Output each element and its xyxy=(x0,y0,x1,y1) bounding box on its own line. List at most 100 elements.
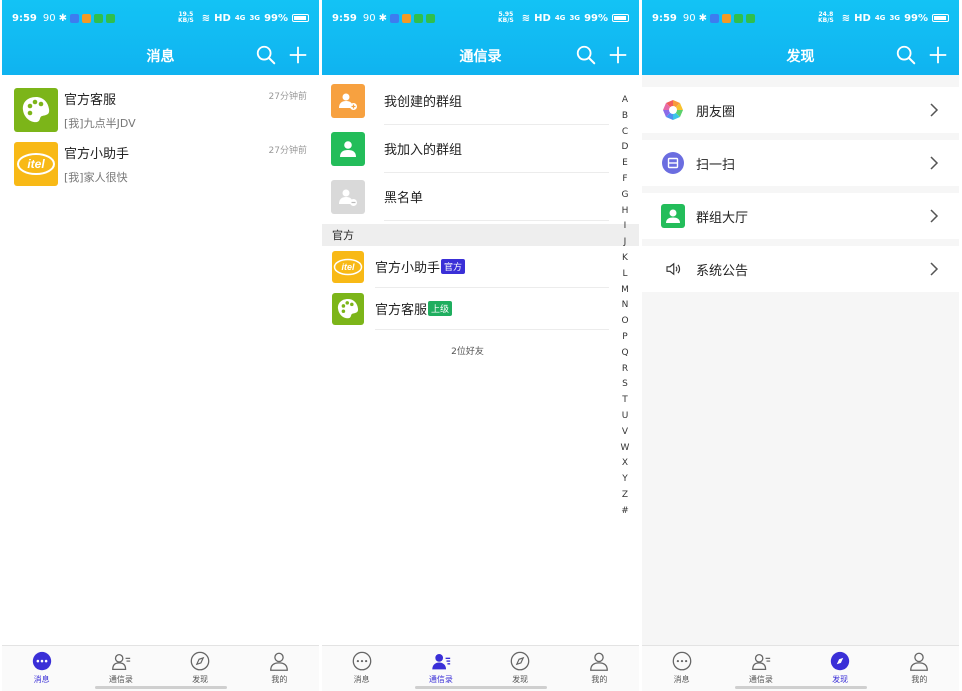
alphabet-letter[interactable]: M xyxy=(621,283,629,299)
alphabet-letter[interactable]: J xyxy=(624,235,627,251)
alphabet-letter[interactable]: T xyxy=(622,393,628,409)
tab-bar: 消息 通信录 发现 我的 xyxy=(2,645,319,691)
net-speed: 24.8 KB/S xyxy=(818,11,834,24)
tab-messages[interactable]: 消息 xyxy=(2,646,81,691)
alphabet-letter[interactable]: N xyxy=(622,298,629,314)
tab-mine[interactable]: 我的 xyxy=(240,646,319,691)
alphabet-letter[interactable]: U xyxy=(622,409,629,425)
alphabet-letter[interactable]: D xyxy=(622,140,629,156)
alphabet-letter[interactable]: W xyxy=(621,441,630,457)
home-indicator[interactable] xyxy=(414,686,547,689)
tab-label: 消息 xyxy=(353,675,370,684)
alphabet-letter[interactable]: B xyxy=(622,109,628,125)
hd-indicator: HD xyxy=(854,12,871,24)
alphabet-index[interactable]: A B C D E F G H I J K L M N O P Q R S T U V W X Y Z # xyxy=(619,93,631,520)
tab-messages[interactable]: 消息 xyxy=(642,646,721,691)
tab-mine[interactable]: 我的 xyxy=(560,646,639,691)
page-title: 发现 xyxy=(786,48,815,65)
divider xyxy=(642,239,959,246)
alphabet-letter[interactable]: Q xyxy=(621,346,628,362)
alphabet-letter[interactable]: I xyxy=(624,219,627,235)
svg-text:itel: itel xyxy=(341,262,355,272)
tab-label: 通信录 xyxy=(108,675,133,684)
alphabet-letter[interactable]: H xyxy=(622,204,629,220)
group-hall-icon xyxy=(661,204,685,228)
tab-discover[interactable]: 发现 xyxy=(481,646,560,691)
group-row-created[interactable]: 我创建的群组 xyxy=(322,77,609,125)
status-bar: 9:59 90 ✱ 5.95 KB/S ≋ HD 4G 3G 99% xyxy=(322,0,639,36)
group-row-joined[interactable]: 我加入的群组 xyxy=(322,125,609,173)
home-indicator[interactable] xyxy=(94,686,227,689)
signal-4g: 4G xyxy=(234,14,246,22)
signal-4g: 4G xyxy=(554,14,566,22)
status-icons: 90 ✱ xyxy=(43,13,115,24)
alphabet-letter[interactable]: Y xyxy=(622,472,628,488)
discover-label: 扫一扫 xyxy=(696,157,736,173)
alphabet-letter[interactable]: O xyxy=(621,314,628,330)
discover-screen: 9:59 90 ✱ 24.8 KB/S ≋ HD 4G 3G 99% 发现 朋友… xyxy=(642,0,959,691)
alphabet-letter[interactable]: F xyxy=(622,172,627,188)
contacts-screen: 9:59 90 ✱ 5.95 KB/S ≋ HD 4G 3G 99% 通信录 我… xyxy=(322,0,639,691)
alphabet-letter[interactable]: # xyxy=(621,504,629,520)
alphabet-letter[interactable]: C xyxy=(622,125,628,141)
friend-row[interactable]: itel 官方小助手 官方 xyxy=(322,246,609,288)
header-actions xyxy=(255,44,309,66)
blacklist-icon xyxy=(331,180,365,214)
add-icon[interactable] xyxy=(927,44,949,66)
conversation-preview: [我]家人很快 xyxy=(64,171,128,184)
battery-icon xyxy=(292,14,309,22)
discover-item-group-hall[interactable]: 群组大厅 xyxy=(642,193,959,239)
alphabet-letter[interactable]: X xyxy=(622,456,628,472)
friend-name-cell: 官方小助手 官方 xyxy=(375,246,609,288)
tab-mine[interactable]: 我的 xyxy=(880,646,959,691)
nfc-icon: 90 xyxy=(362,12,376,24)
title-bar: 发现 xyxy=(642,36,959,75)
status-time: 9:59 xyxy=(12,12,37,24)
add-icon[interactable] xyxy=(287,44,309,66)
discover-item-moments[interactable]: 朋友圈 xyxy=(642,87,959,133)
alphabet-letter[interactable]: G xyxy=(622,188,629,204)
search-icon[interactable] xyxy=(575,44,597,66)
chevron-right-icon xyxy=(930,262,939,276)
discover-item-scan[interactable]: 扫一扫 xyxy=(642,140,959,186)
tab-contacts[interactable]: 通信录 xyxy=(401,646,480,691)
discover-label: 群组大厅 xyxy=(696,210,749,226)
alphabet-letter[interactable]: V xyxy=(622,425,628,441)
tab-discover[interactable]: 发现 xyxy=(801,646,880,691)
search-icon[interactable] xyxy=(895,44,917,66)
create-group-icon xyxy=(331,84,365,118)
friend-count: 2位好友 xyxy=(451,347,484,357)
contacts-icon xyxy=(751,654,771,670)
conversation-item[interactable]: 官方客服 [我]九点半JDV 27分钟前 xyxy=(2,83,319,137)
discover-item-announcement[interactable]: 系统公告 xyxy=(642,246,959,292)
tab-contacts[interactable]: 通信录 xyxy=(81,646,160,691)
conversation-time: 27分钟前 xyxy=(268,92,307,102)
search-icon[interactable] xyxy=(255,44,277,66)
discover-label: 系统公告 xyxy=(696,263,749,279)
home-indicator[interactable] xyxy=(734,686,867,689)
tab-discover[interactable]: 发现 xyxy=(161,646,240,691)
friend-row[interactable]: 官方客服 上级 xyxy=(322,288,609,330)
group-row-blacklist[interactable]: 黑名单 xyxy=(322,173,609,221)
palette-icon xyxy=(332,293,364,325)
alphabet-letter[interactable]: Z xyxy=(622,488,628,504)
tab-label: 通信录 xyxy=(748,675,773,684)
conversation-item[interactable]: itel 官方小助手 [我]家人很快 27分钟前 xyxy=(2,137,319,191)
status-time: 9:59 xyxy=(332,12,357,24)
alphabet-letter[interactable]: E xyxy=(622,156,628,172)
tab-messages[interactable]: 消息 xyxy=(322,646,401,691)
compass-icon xyxy=(830,651,850,671)
tab-contacts[interactable]: 通信录 xyxy=(721,646,800,691)
add-icon[interactable] xyxy=(607,44,629,66)
signal-3g: 3G xyxy=(569,14,581,22)
alphabet-letter[interactable]: P xyxy=(622,330,627,346)
divider xyxy=(642,133,959,140)
alphabet-letter[interactable]: K xyxy=(622,251,628,267)
superior-badge: 上级 xyxy=(428,301,453,316)
status-right: 5.95 KB/S ≋ HD 4G 3G 99% xyxy=(498,12,629,24)
alphabet-letter[interactable]: A xyxy=(622,93,628,109)
wechat-notification-icon xyxy=(106,13,115,23)
alphabet-letter[interactable]: L xyxy=(622,267,627,283)
alphabet-letter[interactable]: R xyxy=(622,362,628,378)
alphabet-letter[interactable]: S xyxy=(622,377,628,393)
